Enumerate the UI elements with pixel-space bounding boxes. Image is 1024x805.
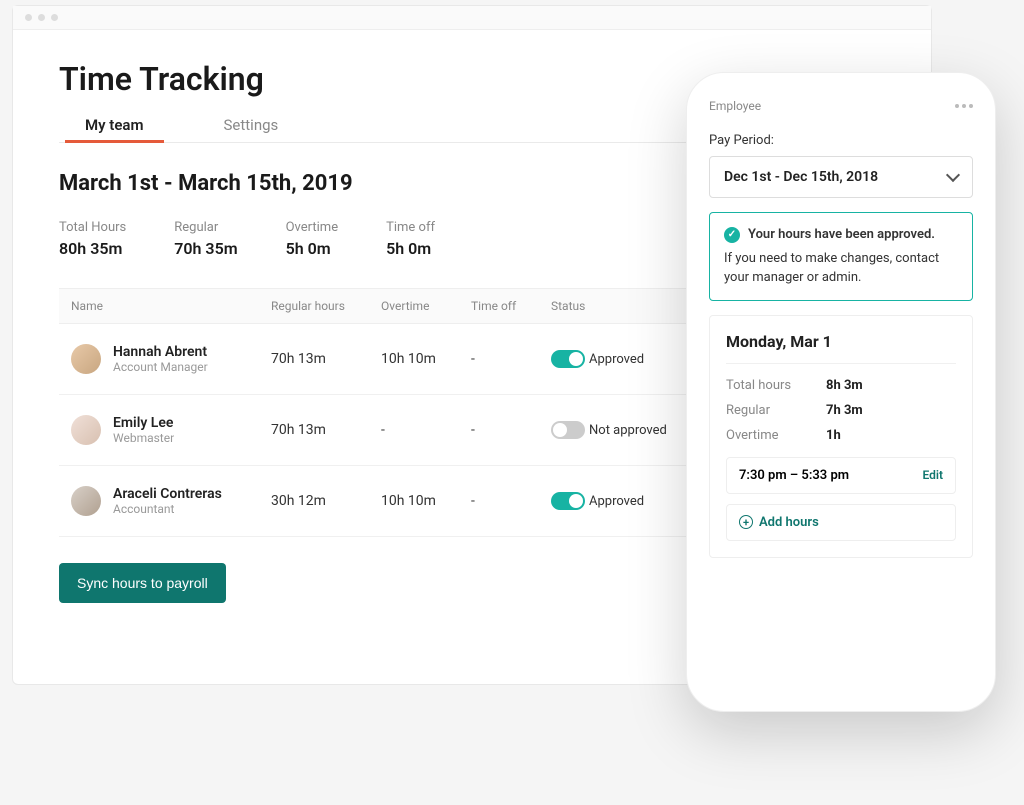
window-titlebar (13, 6, 931, 30)
mobile-title: Employee (709, 99, 761, 113)
avatar (71, 344, 101, 374)
add-hours-button[interactable]: + Add hours (726, 504, 956, 541)
status-text: Approved (581, 352, 671, 367)
stat-label: Total Hours (59, 220, 126, 235)
approval-banner: ✓ Your hours have been approved. If you … (709, 212, 973, 301)
stat-value: 70h 35m (174, 239, 237, 258)
stat-label: Regular (174, 220, 237, 235)
window-control-dot (38, 14, 45, 21)
banner-title-text: Your hours have been approved. (748, 225, 935, 245)
employee-name: Hannah Abrent (113, 344, 208, 360)
metric-regular: Regular 7h 3m (726, 403, 956, 418)
cell-overtime: 10h 10m (381, 493, 471, 509)
sync-hours-button[interactable]: Sync hours to payroll (59, 563, 226, 603)
add-hours-label: Add hours (759, 515, 819, 530)
stat-total-hours: Total Hours 80h 35m (59, 220, 126, 258)
banner-title: ✓ Your hours have been approved. (724, 225, 958, 245)
name-cell: Hannah Abrent Account Manager (71, 344, 271, 374)
pay-period-select[interactable]: Dec 1st - Dec 15th, 2018 (709, 156, 973, 198)
col-status: Status (551, 299, 661, 313)
col-timeoff: Time off (471, 299, 551, 313)
metric-label: Regular (726, 403, 826, 418)
chevron-down-icon (946, 168, 960, 182)
cell-regular: 70h 13m (271, 351, 381, 367)
day-title: Monday, Mar 1 (726, 332, 956, 364)
window-control-dot (25, 14, 32, 21)
cell-timeoff: - (471, 493, 551, 509)
stat-value: 5h 0m (386, 239, 435, 258)
metric-label: Overtime (726, 428, 826, 443)
employee-role: Webmaster (113, 431, 174, 445)
pay-period-label: Pay Period: (709, 133, 973, 148)
col-name: Name (71, 299, 271, 313)
employee-role: Accountant (113, 502, 222, 516)
metric-value: 8h 3m (826, 378, 863, 393)
window-control-dot (51, 14, 58, 21)
employee-name: Araceli Contreras (113, 486, 222, 502)
stat-label: Time off (386, 220, 435, 235)
pay-period-value: Dec 1st - Dec 15th, 2018 (724, 169, 878, 185)
check-icon: ✓ (724, 227, 740, 243)
approval-toggle[interactable] (551, 350, 585, 368)
edit-link[interactable]: Edit (922, 468, 943, 482)
plus-circle-icon: + (739, 515, 753, 529)
cell-overtime: - (381, 422, 471, 438)
name-cell: Araceli Contreras Accountant (71, 486, 271, 516)
employee-name: Emily Lee (113, 415, 174, 431)
approval-toggle[interactable] (551, 421, 585, 439)
more-icon[interactable] (955, 104, 973, 108)
metric-value: 1h (826, 428, 841, 443)
cell-regular: 70h 13m (271, 422, 381, 438)
time-entry: 7:30 pm – 5:33 pm Edit (726, 457, 956, 494)
metric-value: 7h 3m (826, 403, 863, 418)
metric-total-hours: Total hours 8h 3m (726, 378, 956, 393)
employee-role: Account Manager (113, 360, 208, 374)
time-range: 7:30 pm – 5:33 pm (739, 468, 849, 483)
stat-timeoff: Time off 5h 0m (386, 220, 435, 258)
stat-overtime: Overtime 5h 0m (286, 220, 338, 258)
cell-overtime: 10h 10m (381, 351, 471, 367)
stat-regular: Regular 70h 35m (174, 220, 237, 258)
stat-value: 80h 35m (59, 239, 126, 258)
name-cell: Emily Lee Webmaster (71, 415, 271, 445)
col-regular: Regular hours (271, 299, 381, 313)
tab-settings[interactable]: Settings (210, 116, 293, 142)
cell-timeoff: - (471, 422, 551, 438)
metric-label: Total hours (726, 378, 826, 393)
mobile-panel: Employee Pay Period: Dec 1st - Dec 15th,… (686, 72, 996, 712)
approval-toggle[interactable] (551, 492, 585, 510)
banner-body: If you need to make changes, contact you… (724, 249, 958, 288)
stat-label: Overtime (286, 220, 338, 235)
mobile-header: Employee (709, 99, 973, 113)
tab-my-team[interactable]: My team (71, 116, 158, 142)
col-overtime: Overtime (381, 299, 471, 313)
cell-regular: 30h 12m (271, 493, 381, 509)
cell-timeoff: - (471, 351, 551, 367)
status-text: Approved (581, 494, 671, 509)
day-card: Monday, Mar 1 Total hours 8h 3m Regular … (709, 315, 973, 558)
avatar (71, 415, 101, 445)
stat-value: 5h 0m (286, 239, 338, 258)
metric-overtime: Overtime 1h (726, 428, 956, 443)
status-text: Not approved (581, 423, 671, 438)
avatar (71, 486, 101, 516)
